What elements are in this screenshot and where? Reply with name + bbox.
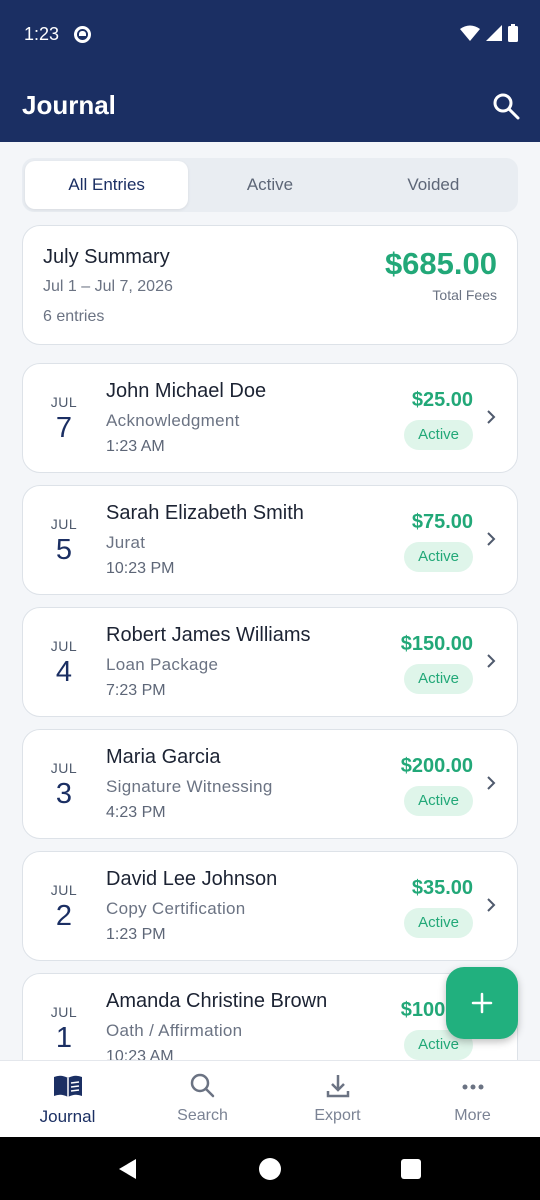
plus-icon — [471, 992, 493, 1014]
more-icon — [462, 1084, 483, 1090]
entry-month: JUL — [50, 882, 78, 898]
entry-card[interactable]: JUL 2 David Lee Johnson Copy Certificati… — [22, 851, 518, 961]
entries-list[interactable]: JUL 7 John Michael Doe Acknowledgment 1:… — [22, 363, 518, 1060]
entry-month: JUL — [50, 760, 78, 776]
nav-more[interactable]: More — [405, 1061, 540, 1137]
entry-time: 10:23 PM — [106, 560, 175, 577]
summary-entry-count: 6 entries — [43, 308, 105, 325]
home-icon[interactable] — [259, 1158, 281, 1180]
app-bar: Journal — [0, 70, 540, 142]
system-navigation-bar — [0, 1137, 540, 1200]
entry-amount: $75.00 — [411, 511, 473, 533]
back-icon[interactable] — [118, 1158, 138, 1180]
entry-month: JUL — [50, 638, 78, 654]
entry-day: 5 — [55, 534, 73, 566]
entry-card[interactable]: JUL 5 Sarah Elizabeth Smith Jurat 10:23 … — [22, 485, 518, 595]
entry-time: 1:23 AM — [106, 438, 165, 455]
chevron-right-icon — [487, 898, 496, 912]
entry-amount: $35.00 — [411, 877, 473, 899]
entry-name: Maria Garcia — [106, 746, 221, 768]
status-bar: 1:23 — [0, 0, 540, 70]
entry-name: David Lee Johnson — [106, 868, 278, 890]
nav-journal[interactable]: Journal — [0, 1061, 135, 1137]
chevron-right-icon — [487, 532, 496, 546]
entry-amount: $150.00 — [400, 633, 473, 655]
status-badge: Active — [404, 908, 473, 938]
signal-icon — [486, 25, 502, 41]
summary-card: July Summary Jul 1 – Jul 7, 2026 6 entri… — [22, 225, 518, 345]
wifi-icon — [460, 25, 480, 41]
bottom-navigation: Journal Search Export More — [0, 1060, 540, 1137]
entry-name: Robert James Williams — [106, 624, 311, 646]
nav-search[interactable]: Search — [135, 1061, 270, 1137]
summary-total-label: Total Fees — [432, 287, 497, 303]
entry-card[interactable]: JUL 1 Amanda Christine Brown Oath / Affi… — [22, 973, 518, 1060]
summary-title: July Summary — [43, 246, 170, 268]
entry-amount: $200.00 — [400, 755, 473, 777]
summary-date-range: Jul 1 – Jul 7, 2026 — [43, 278, 173, 295]
add-entry-button[interactable] — [446, 967, 518, 1039]
entry-type: Copy Certification — [106, 899, 246, 918]
status-time: 1:23 — [24, 24, 60, 44]
page-title: Journal — [22, 90, 116, 120]
status-badge: Active — [404, 542, 473, 572]
entry-time: 4:23 PM — [106, 804, 166, 821]
status-icons — [460, 24, 518, 42]
entry-month: JUL — [50, 394, 78, 410]
entry-type: Oath / Affirmation — [106, 1021, 243, 1040]
nav-label: Journal — [39, 1107, 96, 1126]
entry-type: Signature Witnessing — [106, 777, 273, 796]
entry-type: Acknowledgment — [106, 411, 240, 430]
entry-amount: $25.00 — [411, 389, 473, 411]
chevron-right-icon — [487, 776, 496, 790]
entry-day: 4 — [55, 656, 73, 688]
entry-day: 2 — [55, 900, 73, 932]
tab-active[interactable]: Active — [188, 161, 351, 209]
entry-type: Loan Package — [106, 655, 219, 674]
entry-day: 3 — [55, 778, 73, 810]
nav-label: Export — [314, 1107, 361, 1124]
chevron-right-icon — [487, 410, 496, 424]
status-badge: Active — [404, 664, 473, 694]
chevron-right-icon — [487, 654, 496, 668]
battery-icon — [508, 24, 518, 42]
entry-name: Sarah Elizabeth Smith — [106, 502, 304, 524]
entry-time: 7:23 PM — [106, 682, 166, 699]
summary-total-amount: $685.00 — [384, 246, 497, 281]
book-icon — [53, 1075, 82, 1097]
entry-day: 1 — [55, 1022, 73, 1054]
filter-tabs: All Entries Active Voided — [22, 158, 518, 212]
entry-day: 7 — [55, 412, 73, 444]
nav-label: Search — [177, 1107, 228, 1124]
entry-time: 10:23 AM — [106, 1048, 174, 1060]
entry-name: John Michael Doe — [106, 380, 267, 402]
nav-label: More — [454, 1107, 491, 1124]
entry-time: 1:23 PM — [106, 926, 166, 943]
entry-name: Amanda Christine Brown — [106, 990, 328, 1012]
download-icon — [326, 1075, 349, 1098]
entry-card[interactable]: JUL 3 Maria Garcia Signature Witnessing … — [22, 729, 518, 839]
search-icon[interactable] — [492, 92, 520, 120]
recents-icon[interactable] — [401, 1159, 421, 1179]
entry-card[interactable]: JUL 4 Robert James Williams Loan Package… — [22, 607, 518, 717]
entry-type: Jurat — [106, 533, 146, 552]
tab-all-entries[interactable]: All Entries — [25, 161, 189, 209]
status-badge: Active — [404, 420, 473, 450]
notification-icon — [74, 26, 91, 43]
status-badge: Active — [404, 786, 473, 816]
tab-voided[interactable]: Voided — [352, 161, 515, 209]
search-icon — [190, 1073, 214, 1098]
entry-month: JUL — [50, 516, 78, 532]
nav-export[interactable]: Export — [270, 1061, 405, 1137]
entry-month: JUL — [50, 1004, 78, 1020]
entry-card[interactable]: JUL 7 John Michael Doe Acknowledgment 1:… — [22, 363, 518, 473]
